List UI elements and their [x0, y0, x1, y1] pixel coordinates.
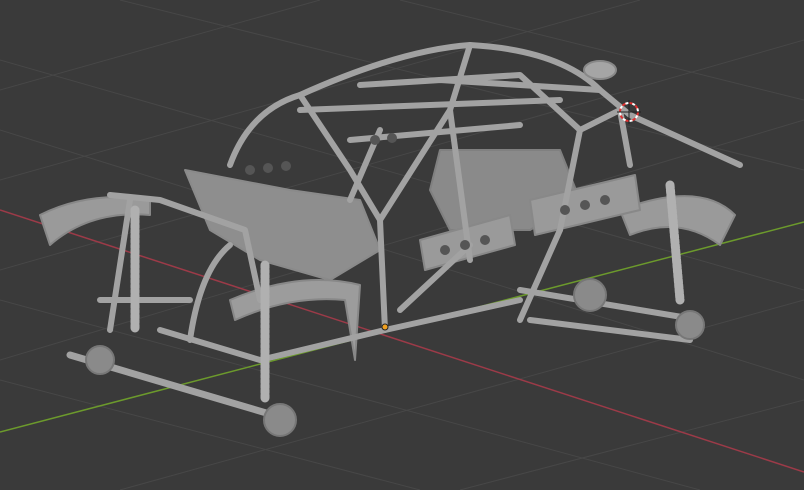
roof-light	[583, 60, 617, 80]
3d-viewport[interactable]	[0, 0, 804, 490]
viewport-canvas[interactable]	[0, 0, 804, 490]
wheel-hub	[573, 278, 607, 312]
front-right-fender	[229, 279, 361, 361]
wheel-hub	[675, 310, 705, 340]
chassis-model[interactable]	[39, 42, 743, 437]
wheel-hub	[263, 403, 297, 437]
wheel-hub	[85, 345, 115, 375]
object-origin-icon[interactable]	[381, 323, 389, 331]
rear-axle	[517, 287, 703, 343]
